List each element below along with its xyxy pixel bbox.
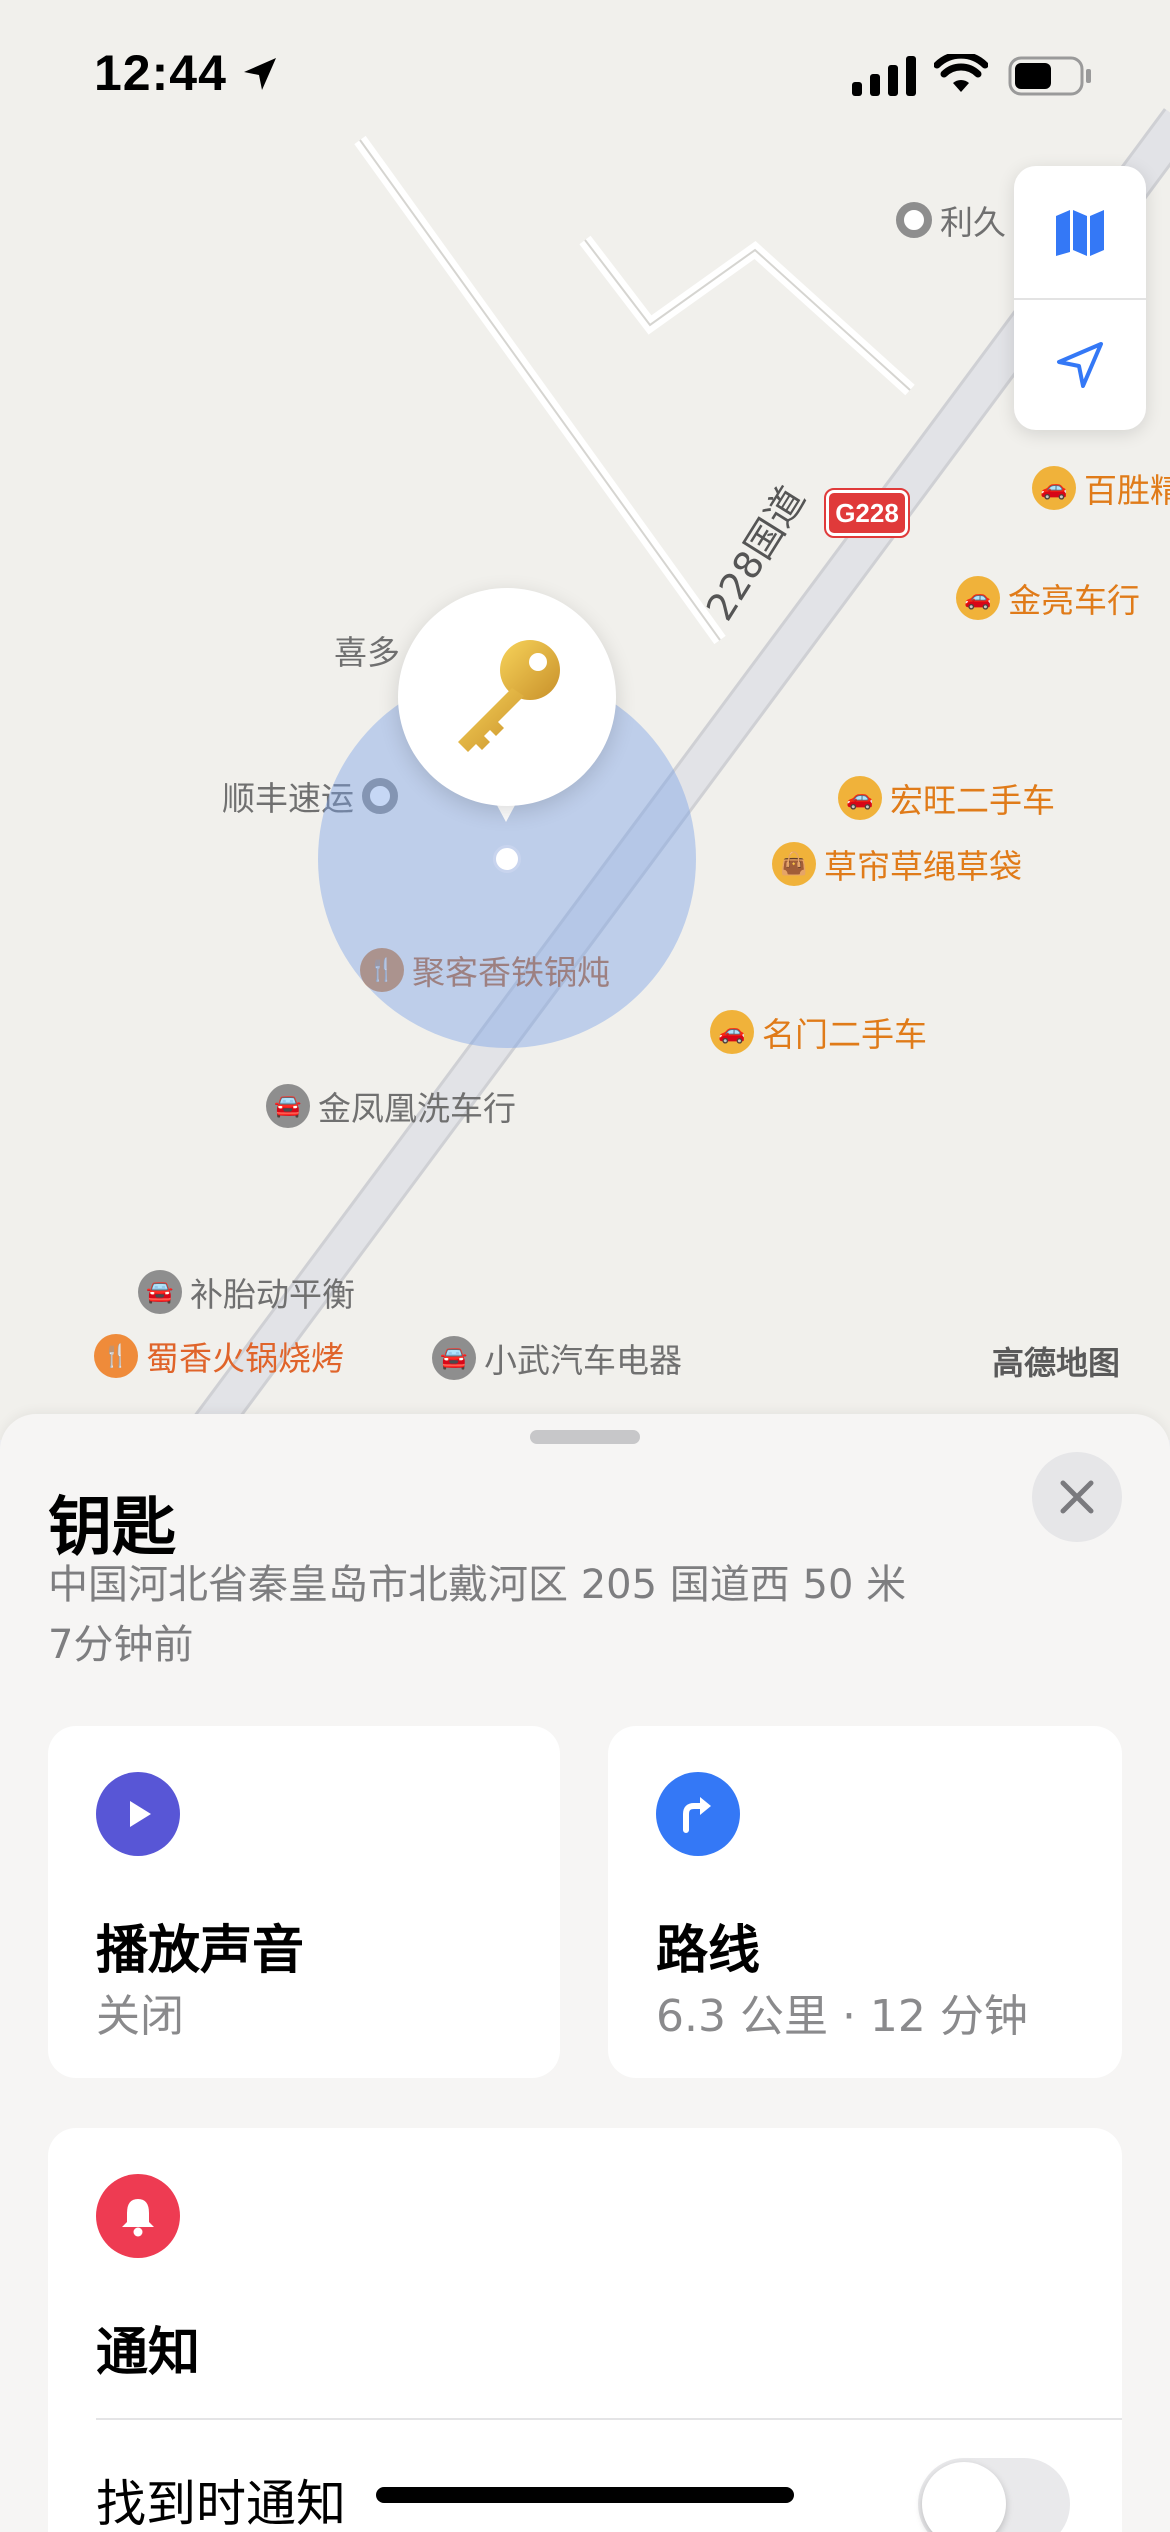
battery-icon [1008, 56, 1091, 96]
car-wash-icon: 🚘 [432, 1336, 476, 1380]
map-mode-button[interactable] [1014, 166, 1146, 298]
car-wash-icon: 🚘 [138, 1270, 182, 1314]
map-controls [1014, 166, 1146, 430]
key-icon [458, 640, 560, 752]
divider [96, 2418, 1122, 2420]
play-icon [130, 1801, 151, 1827]
item-address: 中国河北省秦皇岛市北戴河区 205 国道西 50 米 [48, 1562, 907, 1608]
sheet-grabber[interactable] [530, 1430, 640, 1444]
navigation-arrow-icon [1057, 342, 1103, 388]
turn-right-icon [683, 1797, 711, 1833]
poi-jinliang[interactable]: 🚗 金亮车行 [956, 574, 1140, 622]
poi-jinfenghuang[interactable]: 🚘 金凤凰洗车行 [266, 1082, 516, 1130]
item-detail-sheet: 钥匙 中国河北省秦皇岛市北戴河区 205 国道西 50 米 7分钟前 播放声音 … [0, 1414, 1170, 2532]
location-arrow-icon [244, 58, 276, 90]
car-icon: 🚗 [1032, 466, 1076, 510]
poi-mingmen[interactable]: 🚗 名门二手车 [710, 1008, 927, 1056]
directions-title: 路线 [656, 1921, 761, 1981]
car-wash-icon: 🚘 [266, 1084, 310, 1128]
car-icon: 🚗 [710, 1010, 754, 1054]
notifications-card: 通知 找到时通知 [48, 2128, 1122, 2532]
home-indicator[interactable] [376, 2487, 794, 2503]
notifications-title: 通知 [96, 2323, 201, 2383]
poi-xiaowu[interactable]: 🚘 小武汽车电器 [432, 1334, 682, 1382]
notifications-icon-circle [96, 2174, 180, 2258]
item-pin[interactable] [398, 588, 616, 806]
fork-icon: 🍴 [94, 1334, 138, 1378]
bell-icon [122, 2199, 154, 2237]
map-view[interactable]: 12:44 利久 🚗 百胜精 🚗 金亮车行 喜多 顺丰速运 🚗 宏旺二手车 👜 … [0, 0, 1170, 1440]
notify-when-found-label: 找到时通知 [96, 2475, 346, 2532]
car-icon: 🚗 [956, 576, 1000, 620]
map-attribution: 高德地图 [992, 1344, 1121, 1382]
wifi-icon [934, 54, 988, 92]
poi-xiduo[interactable]: 喜多 [334, 626, 400, 674]
last-seen-time: 7分钟前 [48, 1622, 194, 1668]
play-sound-button[interactable]: 播放声音 关闭 [48, 1726, 560, 2078]
close-button[interactable] [1032, 1452, 1122, 1542]
play-sound-icon-circle [96, 1772, 180, 1856]
road-shield: G228 [824, 488, 910, 538]
notify-when-found-toggle[interactable] [918, 2458, 1070, 2532]
ring-icon [896, 202, 932, 238]
poi-hongwang[interactable]: 🚗 宏旺二手车 [838, 774, 1055, 822]
directions-button[interactable]: 路线 6.3 公里 · 12 分钟 [608, 1726, 1122, 2078]
car-icon: 🚗 [838, 776, 882, 820]
directions-eta: 6.3 公里 · 12 分钟 [656, 1991, 1028, 2042]
poi-caolian[interactable]: 👜 草帘草绳草袋 [772, 840, 1022, 888]
status-time: 12:44 [94, 45, 227, 101]
map-icon [1056, 210, 1104, 256]
directions-icon-circle [656, 1772, 740, 1856]
poi-shuxiang[interactable]: 🍴 蜀香火锅烧烤 [94, 1332, 344, 1380]
play-sound-status: 关闭 [96, 1991, 184, 2042]
poi-baisheng[interactable]: 🚗 百胜精 [1032, 464, 1170, 512]
toggle-knob [922, 2462, 1006, 2532]
locate-me-button[interactable] [1014, 298, 1146, 430]
play-sound-title: 播放声音 [96, 1921, 305, 1981]
poi-lijiu[interactable]: 利久 [896, 196, 1006, 244]
close-icon [1060, 1480, 1094, 1514]
poi-butai[interactable]: 🚘 补胎动平衡 [138, 1268, 355, 1316]
bag-icon: 👜 [772, 842, 816, 886]
location-dot [493, 845, 521, 873]
cellular-signal-icon [852, 56, 916, 96]
